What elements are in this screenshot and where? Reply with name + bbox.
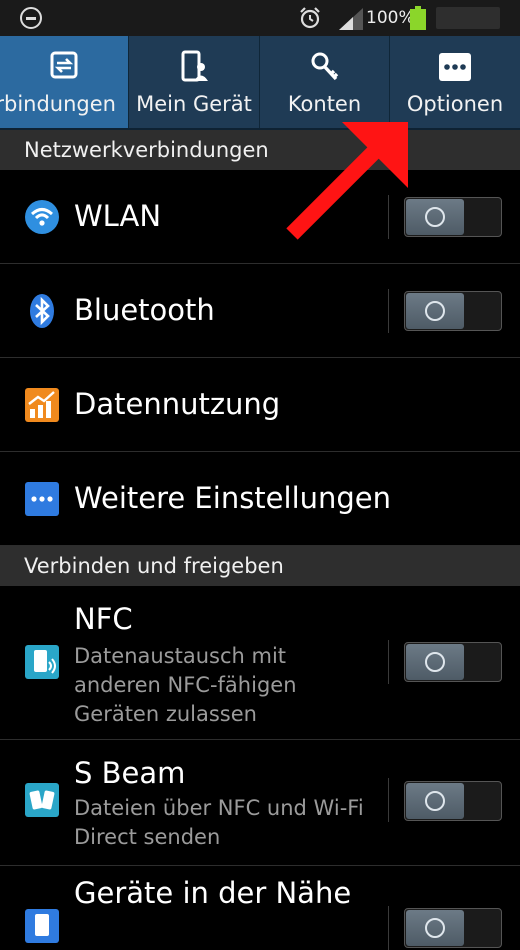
setting-row-nearby-devices[interactable]: Geräte in der Nähe [0, 866, 520, 950]
section-header-connect-share: Verbinden und freigeben [0, 546, 520, 586]
nearby-devices-toggle[interactable] [404, 908, 502, 948]
sbeam-toggle[interactable] [404, 781, 502, 821]
bluetooth-icon [30, 294, 54, 328]
setting-row-nfc[interactable]: NFC Datenaustausch mit anderen NFC-fähig… [0, 586, 520, 740]
setting-row-more-settings[interactable]: Weitere Einstellungen [0, 452, 520, 546]
setting-row-sbeam[interactable]: S Beam Dateien über NFC und Wi-Fi Direct… [0, 740, 520, 866]
setting-row-data-usage[interactable]: Datennutzung [0, 358, 520, 452]
redacted-time [436, 7, 500, 29]
row-title: S Beam [74, 756, 186, 790]
nfc-toggle[interactable] [404, 642, 502, 682]
row-title: Bluetooth [74, 293, 215, 327]
row-title: Datennutzung [74, 387, 281, 421]
signal-icon [339, 8, 363, 30]
toggle-knob [406, 910, 464, 946]
setting-row-bluetooth[interactable]: Bluetooth [0, 264, 520, 358]
battery-icon [410, 6, 426, 30]
status-bar: 100% [0, 0, 520, 36]
setting-row-wlan[interactable]: WLAN [0, 170, 520, 264]
annotation-arrow-icon [286, 122, 408, 240]
nfc-icon [25, 645, 59, 679]
accounts-key-icon [311, 52, 338, 81]
row-title: NFC [74, 602, 133, 636]
tab-connections[interactable]: Verbindungen [0, 36, 129, 128]
toggle-knob [406, 644, 464, 680]
toggle-knob [406, 783, 464, 819]
battery-percent: 100% [366, 8, 415, 28]
row-subtitle: Dateien über NFC und Wi-Fi Direct senden [74, 796, 364, 849]
more-options-icon [439, 53, 471, 81]
wifi-icon [25, 200, 59, 234]
settings-tab-bar: Verbindungen Mein Gerät Konten Optionen [0, 36, 520, 130]
tab-label: Verbindungen [0, 92, 116, 116]
row-divider [388, 640, 389, 684]
alarm-icon [300, 7, 320, 29]
row-divider [388, 906, 389, 950]
bluetooth-toggle[interactable] [404, 291, 502, 331]
section-title: Netzwerkverbindungen [24, 138, 269, 162]
more-icon [25, 482, 59, 516]
section-header-network: Netzwerkverbindungen [0, 130, 520, 170]
row-divider [388, 289, 389, 333]
row-subtitle: Datenaustausch mit anderen NFC-fähigen G… [74, 644, 297, 726]
data-usage-icon [25, 388, 59, 422]
do-not-disturb-icon [20, 7, 42, 29]
row-title: Geräte in der Nähe [74, 876, 352, 910]
connections-icon [50, 51, 78, 79]
tab-my-device[interactable]: Mein Gerät [129, 36, 260, 128]
toggle-knob [406, 293, 464, 329]
device-icon [181, 50, 208, 82]
nearby-devices-icon [25, 909, 59, 943]
row-title: Weitere Einstellungen [74, 481, 392, 515]
row-divider [388, 778, 389, 822]
tab-label: Mein Gerät [136, 92, 252, 116]
sbeam-icon [25, 783, 59, 817]
section-title: Verbinden und freigeben [24, 554, 284, 578]
row-title: WLAN [74, 199, 162, 233]
